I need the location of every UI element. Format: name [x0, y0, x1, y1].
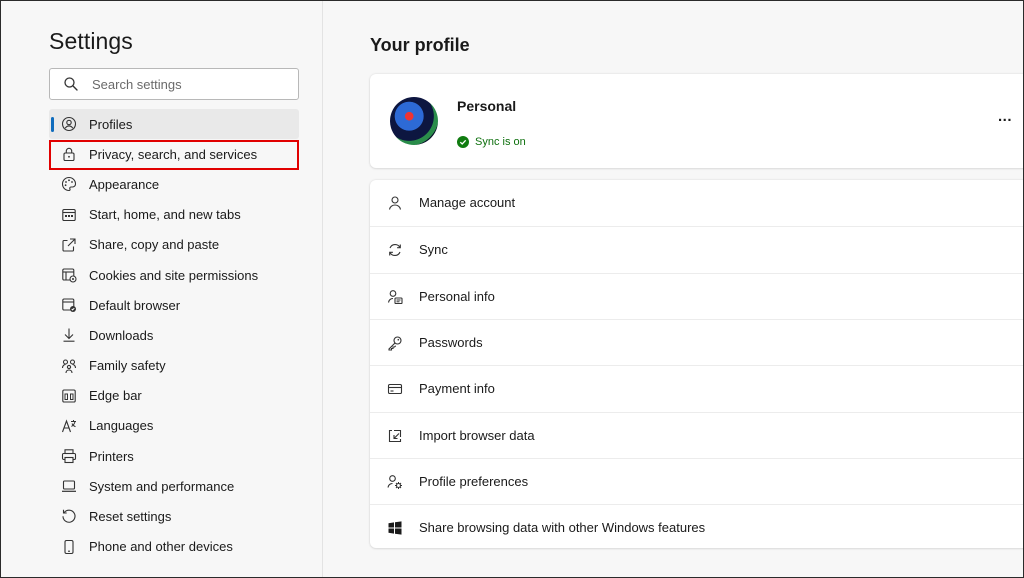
more-icon: ... [998, 108, 1013, 125]
sidebar-item-family-safety[interactable]: Family safety [49, 351, 299, 381]
main-content: Your profile Personal Sync is on ... Man… [324, 0, 1024, 578]
sidebar-item-label: Start, home, and new tabs [89, 207, 241, 223]
menu-item-personal-info[interactable]: Personal info [370, 272, 1024, 319]
menu-item-label: Manage account [419, 195, 516, 210]
sidebar-item-label: Printers [89, 448, 134, 464]
laptop-icon [61, 478, 77, 494]
profile-card: Personal Sync is on ... [370, 74, 1024, 168]
search-input[interactable] [92, 74, 292, 94]
menu-item-profile-preferences[interactable]: Profile preferences [370, 457, 1024, 504]
palette-icon [61, 176, 77, 192]
personal-info-icon [387, 289, 403, 305]
menu-item-label: Sync [419, 242, 448, 258]
reset-icon [61, 508, 77, 524]
menu-item-manage-account[interactable]: Manage account [370, 180, 1024, 226]
import-icon [387, 428, 403, 444]
sidebar-item-label: Profiles [89, 116, 133, 132]
menu-item-import-browser-data[interactable]: Import browser data [370, 411, 1024, 458]
family-icon [61, 358, 77, 374]
search-box[interactable] [49, 68, 299, 100]
sidebar-item-default-browser[interactable]: Default browser [49, 290, 299, 320]
menu-item-label: Personal info [419, 288, 495, 304]
sidebar-item-label: Reset settings [89, 509, 172, 525]
windows-icon [387, 520, 403, 536]
share-icon [61, 237, 77, 253]
profile-preferences-icon [387, 474, 403, 490]
sidebar-item-printers[interactable]: Printers [49, 441, 299, 471]
menu-item-label: Passwords [419, 334, 483, 350]
menu-item-label: Share browsing data with other Windows f… [419, 520, 706, 536]
sidebar-title: Settings [49, 28, 133, 54]
cookie-icon [61, 267, 77, 283]
sync-status-text: Sync is on [475, 136, 526, 148]
sidebar-item-label: Phone and other devices [89, 539, 233, 555]
avatar[interactable] [390, 97, 438, 145]
language-icon [61, 418, 77, 434]
person-icon [387, 195, 403, 211]
printer-icon [61, 448, 77, 464]
menu-item-payment-info[interactable]: Payment info [370, 365, 1024, 411]
lock-icon [61, 146, 77, 162]
search-icon [63, 76, 79, 92]
sidebar-item-appearance[interactable]: Appearance [49, 169, 299, 199]
sidebar-item-start-home[interactable]: Start, home, and new tabs [49, 200, 299, 230]
sidebar-item-label: Appearance [89, 176, 160, 192]
sidebar-item-system-performance[interactable]: System and performance [49, 471, 299, 501]
sidebar-item-reset-settings[interactable]: Reset settings [49, 501, 299, 531]
browser-icon [61, 297, 77, 313]
sidebar-item-label: System and performance [89, 478, 235, 494]
sidebar-nav: Profiles Privacy, search, and services A… [49, 109, 299, 562]
profile-name: Personal [457, 98, 517, 114]
sidebar-item-share-copy[interactable]: Share, copy and paste [49, 230, 299, 260]
sidebar-item-cookies[interactable]: Cookies and site permissions [49, 260, 299, 290]
profile-menu-card: Manage account Sync Personal info Passwo… [370, 180, 1024, 548]
sidebar-item-phone-devices[interactable]: Phone and other devices [49, 532, 299, 562]
more-options-button[interactable]: ... [996, 108, 1016, 130]
sidebar-item-profiles[interactable]: Profiles [49, 109, 299, 140]
sidebar-item-label: Downloads [89, 327, 154, 343]
sidebar: Settings Profiles Privacy, search, and s… [0, 0, 323, 578]
sidebar-item-label: Languages [89, 418, 154, 434]
menu-item-label: Profile preferences [419, 473, 529, 489]
window-icon [61, 207, 77, 223]
sidebar-item-privacy[interactable]: Privacy, search, and services [49, 139, 299, 169]
sidebar-item-label: Edge bar [89, 388, 142, 404]
menu-item-sync[interactable]: Sync [370, 226, 1024, 272]
phone-icon [61, 539, 77, 555]
menu-item-share-browsing-data[interactable]: Share browsing data with other Windows f… [370, 504, 1024, 550]
download-icon [61, 327, 77, 343]
sidebar-item-label: Family safety [89, 358, 166, 374]
check-circle-icon [457, 136, 469, 148]
menu-item-passwords[interactable]: Passwords [370, 318, 1024, 365]
sidebar-item-label: Share, copy and paste [89, 237, 220, 253]
profile-icon [61, 116, 77, 132]
card-icon [387, 381, 403, 397]
menu-item-label: Payment info [419, 381, 495, 397]
menu-item-label: Import browser data [419, 427, 535, 443]
sidebar-item-downloads[interactable]: Downloads [49, 320, 299, 350]
page-title: Your profile [370, 35, 470, 55]
sidebar-item-label: Cookies and site permissions [89, 267, 259, 283]
sidebar-panel-icon [61, 388, 77, 404]
key-icon [387, 335, 403, 351]
sidebar-item-label: Privacy, search, and services [89, 146, 258, 162]
sync-status: Sync is on [457, 136, 526, 148]
sidebar-item-label: Default browser [89, 297, 181, 313]
sidebar-item-edge-bar[interactable]: Edge bar [49, 381, 299, 411]
sync-icon [387, 242, 403, 258]
sidebar-item-languages[interactable]: Languages [49, 411, 299, 441]
